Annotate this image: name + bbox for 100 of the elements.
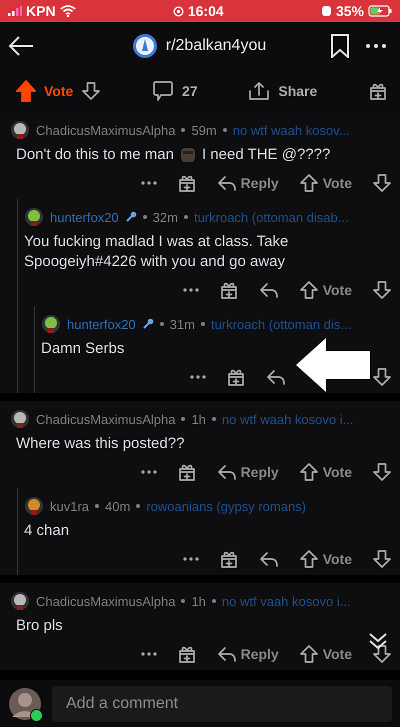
avatar-icon[interactable] (10, 409, 30, 429)
comment-text: Don't do this to me man (16, 145, 174, 165)
avatar-icon[interactable] (41, 314, 61, 334)
comment-text: 4 chan (24, 521, 70, 541)
downvote-icon[interactable] (372, 644, 392, 664)
reply-label[interactable]: Reply (240, 646, 279, 662)
comment-age: 59m (191, 122, 217, 138)
comment-text: You fucking madlad I was at class. Take Spoogeiyh#4226 with you and go away (24, 232, 290, 272)
collapse-icon[interactable] (368, 632, 388, 650)
separator-dot (181, 128, 186, 132)
upvote-icon[interactable] (16, 80, 36, 102)
comment-text: Damn Serbs (41, 339, 124, 359)
user-flair: no wtf vaah kosovo i... (222, 594, 351, 608)
more-icon[interactable] (190, 375, 206, 379)
emoji-icon (180, 147, 196, 163)
reply-icon[interactable] (216, 463, 237, 481)
comment-age: 1h (191, 594, 206, 608)
bookmark-icon[interactable] (330, 34, 350, 58)
battery-percent: 35% (336, 3, 364, 19)
separator-dot (200, 322, 205, 326)
user-flair: no wtf waah kosov... (232, 122, 350, 138)
upvote-icon[interactable] (298, 280, 319, 300)
username[interactable]: hunterfox20 (50, 210, 119, 224)
share-label[interactable]: Share (278, 83, 318, 99)
avatar-icon[interactable] (10, 120, 30, 140)
reply-label[interactable]: Reply (240, 464, 279, 480)
separator-dot (212, 417, 216, 421)
separator-dot (181, 599, 186, 603)
more-icon[interactable] (140, 181, 157, 185)
user-flair: no wtf waah kosovo i... (222, 412, 354, 426)
separator-dot (136, 504, 140, 508)
username[interactable]: hunterfox20 (67, 316, 136, 332)
downvote-icon[interactable] (372, 549, 392, 569)
separator-dot (212, 599, 216, 603)
reply-icon[interactable] (216, 645, 237, 663)
avatar-icon[interactable] (10, 591, 30, 611)
subreddit-name[interactable]: r/2balkan4you (166, 37, 266, 55)
username[interactable]: ChadicusMaximusAlpha (36, 122, 176, 138)
comment-icon[interactable] (152, 80, 174, 102)
comment-age: 40m (105, 498, 130, 514)
upvote-icon[interactable] (298, 549, 319, 569)
comment-age: 32m (152, 210, 178, 224)
upvote-icon[interactable] (298, 462, 319, 482)
reply-icon[interactable] (258, 281, 279, 299)
vote-label[interactable]: Vote (322, 464, 352, 480)
battery-icon (368, 5, 392, 17)
subreddit-icon (132, 33, 158, 59)
wifi-icon (60, 5, 76, 17)
user-flair: turkroach (ottoman disab... (194, 210, 349, 224)
username[interactable]: ChadicusMaximusAlpha (36, 594, 176, 608)
downvote-icon[interactable] (372, 280, 392, 300)
more-icon[interactable] (140, 652, 157, 656)
gift-icon[interactable] (226, 367, 246, 387)
more-icon[interactable] (366, 44, 386, 48)
microphone-icon (142, 318, 154, 330)
reply-icon[interactable] (266, 368, 286, 386)
signal-icon (8, 6, 22, 16)
upvote-icon[interactable] (298, 173, 319, 193)
gift-icon[interactable] (218, 549, 239, 569)
vote-label[interactable]: Vote (322, 646, 352, 662)
more-icon[interactable] (182, 557, 199, 561)
comment-field[interactable]: Add a comment (52, 686, 392, 722)
comment-text: Where was this posted?? (16, 434, 184, 454)
share-icon[interactable] (248, 81, 270, 101)
comment-text: I need THE @???? (202, 145, 330, 165)
downvote-icon[interactable] (372, 367, 392, 387)
reply-icon[interactable] (216, 174, 237, 192)
separator-dot (184, 215, 188, 219)
downvote-icon[interactable] (372, 173, 392, 193)
reply-icon[interactable] (258, 550, 279, 568)
separator-dot (160, 322, 164, 326)
more-icon[interactable] (182, 288, 199, 292)
reply-label[interactable]: Reply (240, 175, 279, 191)
gift-icon[interactable] (176, 462, 197, 482)
gift-icon[interactable] (176, 173, 197, 193)
upvote-icon[interactable] (298, 644, 319, 664)
vote-label[interactable]: Vote (322, 175, 352, 191)
user-flair: rowoanians (gypsy romans) (146, 498, 306, 514)
gift-icon[interactable] (176, 644, 197, 664)
more-icon[interactable] (140, 470, 157, 474)
username[interactable]: ChadicusMaximusAlpha (36, 412, 176, 426)
carrier-name: KPN (26, 3, 56, 19)
vote-label[interactable]: Vote (322, 551, 352, 567)
separator-dot (222, 128, 227, 132)
comment-count: 27 (182, 83, 198, 99)
vote-label[interactable]: Vote (322, 282, 352, 298)
user-flair: turkroach (ottoman dis... (210, 316, 352, 332)
back-icon[interactable] (8, 35, 34, 57)
gift-icon[interactable] (368, 81, 388, 101)
username[interactable]: kuv1ra (50, 498, 90, 514)
downvote-icon[interactable] (372, 462, 392, 482)
avatar-icon[interactable] (24, 207, 44, 227)
avatar-icon[interactable] (24, 496, 44, 516)
comment-age: 31m (170, 316, 195, 332)
separator-dot (181, 417, 186, 421)
comment-age: 1h (191, 412, 206, 426)
separator-dot (142, 215, 147, 219)
avatar-icon[interactable] (8, 686, 42, 720)
downvote-icon[interactable] (81, 81, 102, 101)
gift-icon[interactable] (218, 280, 239, 300)
